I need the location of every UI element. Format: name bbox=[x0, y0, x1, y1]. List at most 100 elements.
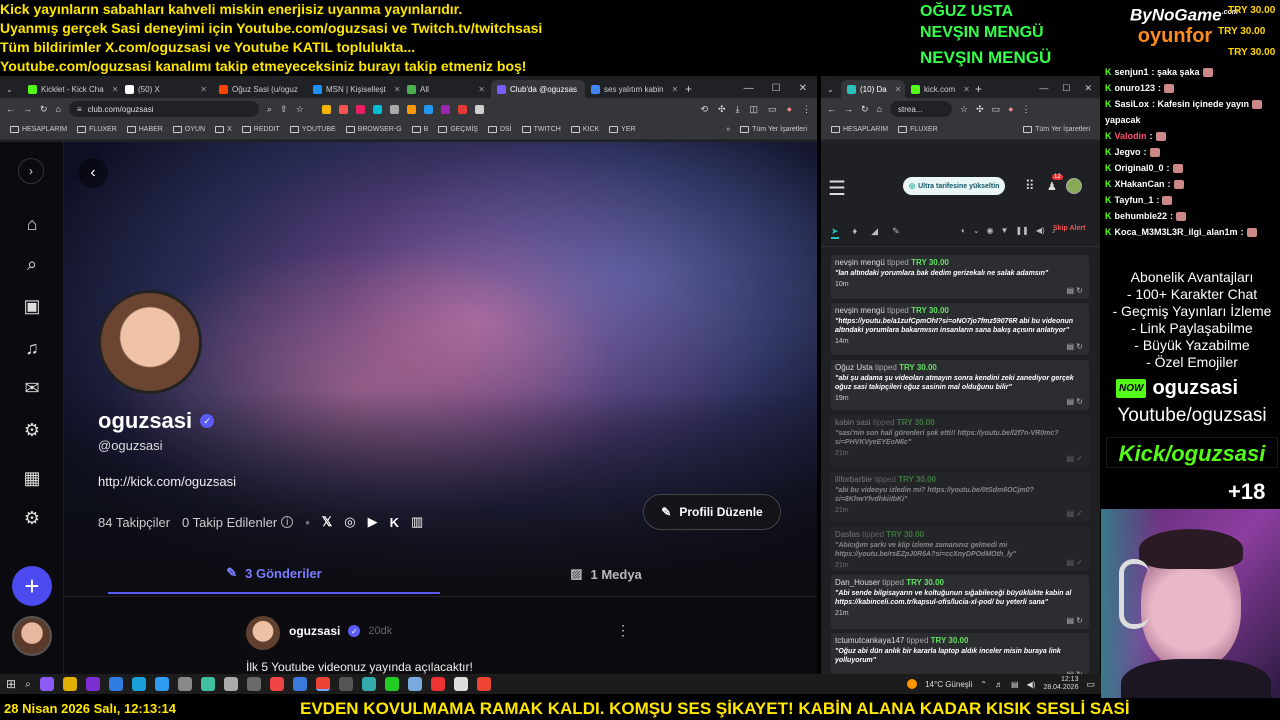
extension-icon[interactable] bbox=[423, 104, 433, 114]
forward-icon[interactable]: → bbox=[844, 104, 853, 114]
search-icon[interactable]: ⌕ bbox=[25, 679, 31, 690]
tab-4[interactable]: MSN | Kişiselleşt ✕ bbox=[307, 80, 401, 98]
gift-tab-icon[interactable]: ♦ bbox=[853, 226, 858, 239]
audio-icon[interactable] bbox=[361, 677, 376, 691]
account-avatar[interactable] bbox=[1066, 178, 1082, 194]
edit-profile-button[interactable]: ✎ Profili Düzenle bbox=[643, 494, 781, 530]
alert-item[interactable]: Dasfas tipped TRY 30.00 "Abicığım şarkı v… bbox=[831, 527, 1089, 571]
obs-icon[interactable] bbox=[476, 677, 491, 691]
user-avatar[interactable] bbox=[12, 616, 52, 656]
edge-icon[interactable] bbox=[131, 677, 146, 691]
new-tab-button[interactable]: + bbox=[679, 80, 699, 98]
extension-icon[interactable] bbox=[389, 104, 399, 114]
clock[interactable]: 12:13 28.04.2026 bbox=[1043, 676, 1078, 692]
copy-icon[interactable]: ▤ bbox=[1067, 286, 1077, 295]
minimize-icon[interactable]: — bbox=[1039, 83, 1048, 94]
address-bar[interactable]: ≡ club.com/oguzsasi bbox=[68, 101, 259, 117]
post-menu-icon[interactable]: ⋮ bbox=[616, 622, 630, 639]
star-icon[interactable]: ☆ bbox=[960, 104, 968, 115]
minimize-icon[interactable]: — bbox=[744, 83, 754, 94]
split-icon[interactable]: ◫ bbox=[750, 104, 759, 115]
start-icon[interactable]: ⊞ bbox=[6, 677, 16, 691]
volume-icon[interactable]: ◀) bbox=[1027, 680, 1036, 689]
bookmark-folder[interactable]: GEÇMİŞ bbox=[438, 126, 478, 133]
skip-alert-button[interactable]: Skip Alert bbox=[1053, 225, 1085, 232]
bookmark-folder[interactable]: YOUTUBE bbox=[289, 126, 336, 133]
tab-6-active[interactable]: Club'da @oguzsas✕ bbox=[491, 80, 585, 98]
pause-icon[interactable]: ❚❚ bbox=[1015, 226, 1028, 235]
reload-icon[interactable]: ↻ bbox=[861, 104, 869, 115]
eye-icon[interactable]: ◉ bbox=[987, 226, 994, 235]
sync-icon[interactable] bbox=[384, 677, 399, 691]
replay-icon[interactable]: ↻ bbox=[1076, 342, 1083, 351]
chat-username[interactable]: Original0_0 bbox=[1115, 160, 1164, 176]
close-window-icon[interactable]: ✕ bbox=[799, 83, 807, 94]
bookmark-folder[interactable]: TWITCH bbox=[521, 126, 561, 133]
bookmark-folder[interactable]: YER bbox=[609, 126, 636, 133]
tab-menu-icon[interactable]: ⌄ bbox=[821, 80, 841, 98]
mic-icon[interactable]: ♬ bbox=[995, 680, 1003, 689]
settings-nav-icon[interactable]: ⚙ bbox=[18, 416, 46, 444]
bookmark-folder[interactable]: FLUXER bbox=[77, 126, 117, 133]
alert-item[interactable]: kabin sasi tipped TRY 30.00 "sasi'nin son… bbox=[831, 415, 1089, 467]
alert-item[interactable]: Dan_Houser tipped TRY 30.00 "Abi sende bi… bbox=[831, 575, 1089, 629]
chat-username[interactable]: senjun1 bbox=[1115, 64, 1149, 80]
menu-icon[interactable]: ⋮ bbox=[802, 104, 811, 115]
bookmark-folder[interactable]: OYUN bbox=[172, 126, 205, 133]
megaphone-tab-icon[interactable]: ◢ bbox=[871, 226, 878, 239]
alert-item[interactable]: lilforbarbie tipped TRY 30.00 "abi bu vid… bbox=[831, 472, 1089, 522]
close-icon[interactable]: ✕ bbox=[891, 85, 902, 94]
bookmark-folder[interactable]: FLUXER bbox=[898, 126, 938, 133]
photos-icon[interactable] bbox=[407, 677, 422, 691]
bookmark-folder[interactable]: KICK bbox=[570, 126, 599, 133]
bell-icon[interactable]: ♟ bbox=[1047, 180, 1057, 193]
extension-icon[interactable] bbox=[474, 104, 484, 114]
browser-icon[interactable] bbox=[154, 677, 169, 691]
close-icon[interactable]: ✕ bbox=[108, 85, 119, 94]
bell-nav-icon[interactable]: ♫ bbox=[18, 334, 46, 362]
maximize-icon[interactable]: ☐ bbox=[1062, 83, 1070, 94]
bookmark-folder[interactable]: BROWSER-G bbox=[345, 126, 402, 133]
chat-username[interactable]: Koca_M3M3L3R_ilgi_alan1m bbox=[1115, 224, 1238, 240]
compose-button[interactable]: + bbox=[12, 566, 52, 606]
close-icon[interactable]: ✕ bbox=[668, 85, 679, 94]
weather-text[interactable]: 14°C Güneşli bbox=[925, 680, 972, 689]
chatgpt-icon[interactable] bbox=[246, 677, 261, 691]
copy-icon[interactable]: ▤ bbox=[1067, 342, 1077, 351]
ai-icon[interactable] bbox=[453, 677, 468, 691]
tab-2[interactable]: (50) X ✕ bbox=[119, 80, 213, 98]
star-icon[interactable]: ☆ bbox=[296, 104, 304, 115]
share-icon[interactable]: ⇪ bbox=[280, 104, 288, 115]
close-icon[interactable]: ✕ bbox=[196, 85, 207, 94]
close-icon[interactable]: ✕ bbox=[474, 85, 485, 94]
hamburger-icon[interactable]: ☰ bbox=[828, 176, 846, 201]
close-window-icon[interactable]: ✕ bbox=[1084, 83, 1092, 94]
volume-icon[interactable]: ◀) bbox=[1036, 226, 1045, 235]
onenote-icon[interactable] bbox=[85, 677, 100, 691]
search-nav-icon[interactable]: ⌕ bbox=[18, 250, 46, 278]
chat-username[interactable]: behumble22 bbox=[1115, 208, 1168, 224]
bookmark-folder[interactable]: B bbox=[411, 126, 428, 133]
messages-nav-icon[interactable]: ✉ bbox=[18, 374, 46, 402]
bookmark-folder[interactable]: X bbox=[215, 126, 232, 133]
tab-posts[interactable]: ✎ 3 Gönderiler bbox=[108, 554, 440, 594]
info-icon[interactable]: i bbox=[281, 516, 294, 528]
alert-item[interactable]: nevşin mengü tipped TRY 30.00 "https://yo… bbox=[831, 303, 1089, 355]
extension-icon[interactable] bbox=[372, 104, 382, 114]
avatar-icon[interactable]: ● bbox=[787, 104, 792, 115]
tiktok-icon[interactable] bbox=[269, 677, 284, 691]
vivaldi-icon[interactable] bbox=[430, 677, 445, 691]
forward-icon[interactable]: → bbox=[23, 104, 32, 114]
x-social-icon[interactable]: 𝕏 bbox=[322, 514, 332, 530]
filter-icon[interactable]: ▼ bbox=[1001, 226, 1009, 235]
home-icon[interactable]: ⌂ bbox=[56, 104, 61, 114]
download-icon[interactable]: ⤓ bbox=[736, 104, 740, 115]
grid-nav-icon[interactable]: ▦ bbox=[18, 464, 46, 492]
tab-menu-icon[interactable]: ⌄ bbox=[0, 80, 22, 98]
extension-icon[interactable] bbox=[321, 104, 331, 114]
sidebar-icon[interactable]: ▭ bbox=[768, 104, 777, 115]
maximize-icon[interactable]: ☐ bbox=[772, 83, 781, 94]
pen-tab-icon[interactable]: ✎ bbox=[892, 226, 900, 239]
instagram-icon[interactable]: ◎ bbox=[344, 514, 355, 530]
editor-icon[interactable] bbox=[338, 677, 353, 691]
